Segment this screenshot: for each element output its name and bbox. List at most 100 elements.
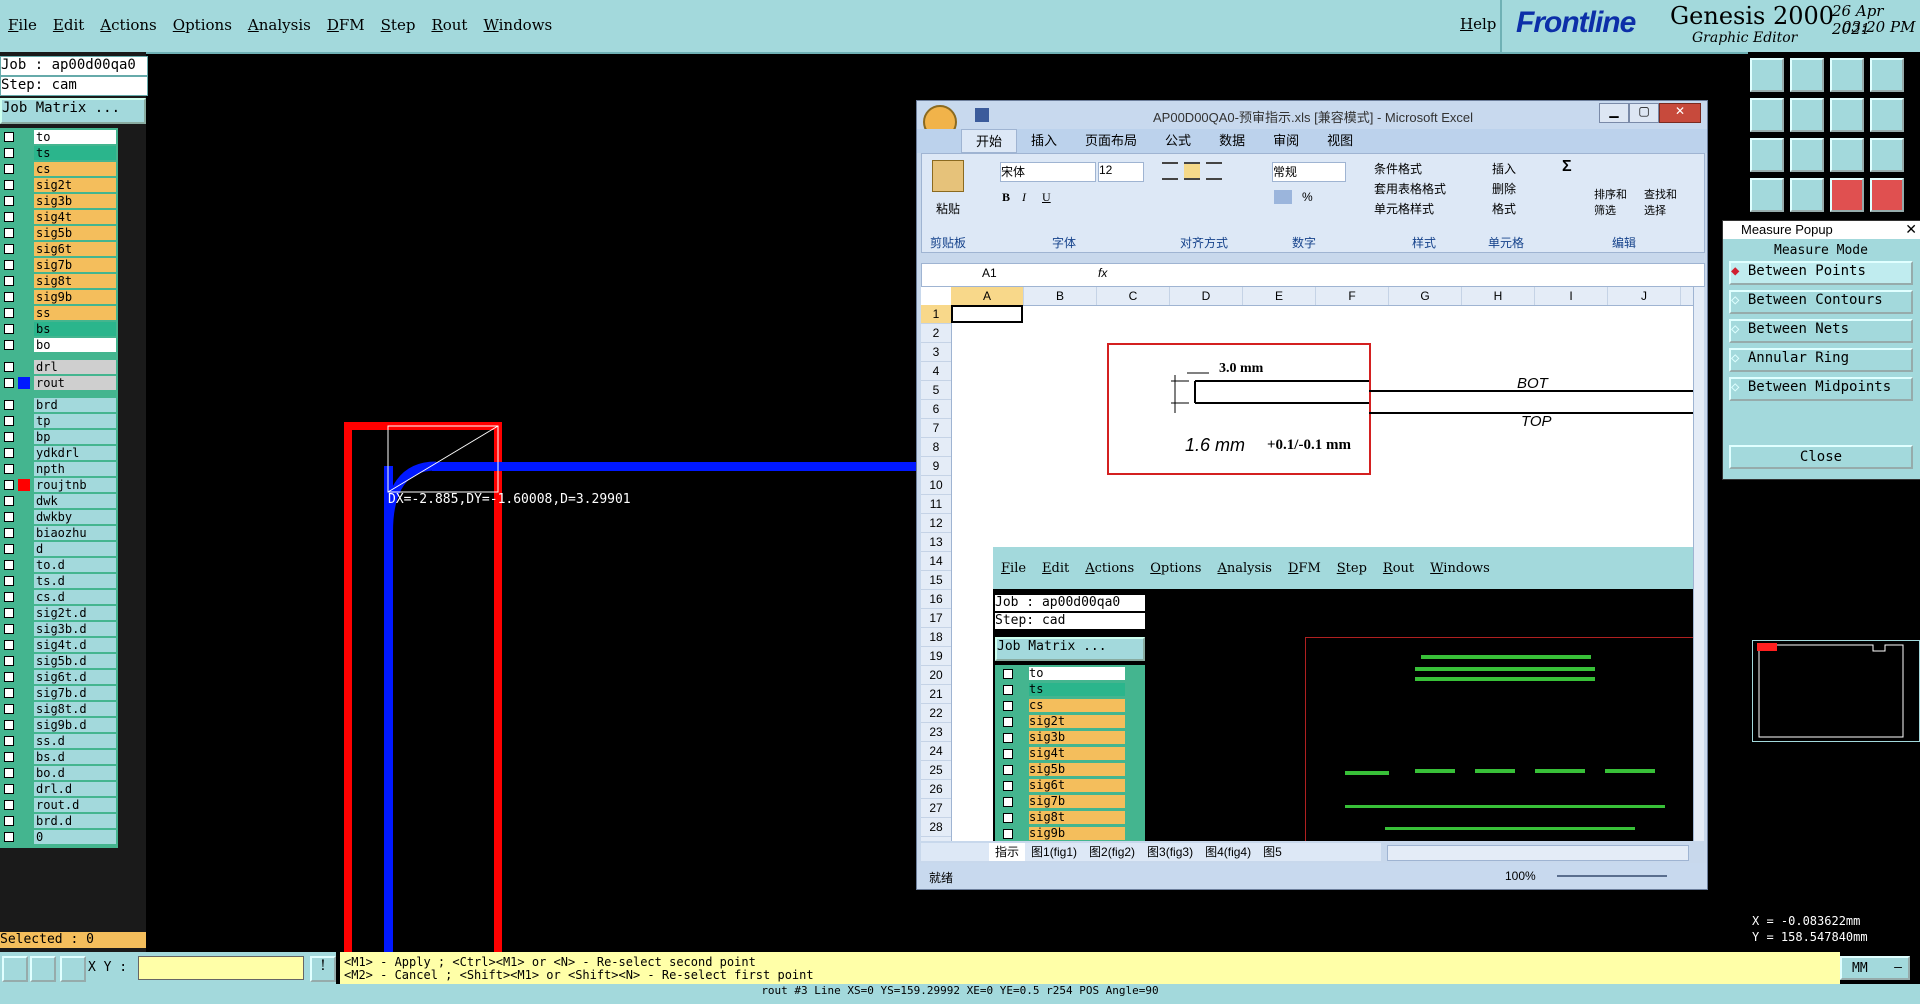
table-format-button[interactable]: 套用表格格式 bbox=[1374, 180, 1446, 197]
tool-icon[interactable] bbox=[1830, 98, 1864, 132]
layer-name[interactable]: sig9b.d bbox=[34, 718, 116, 732]
row-header[interactable]: 16 bbox=[921, 590, 951, 609]
layer-name[interactable]: drl.d bbox=[34, 782, 116, 796]
bold-button[interactable]: B bbox=[1002, 190, 1010, 205]
row-header[interactable]: 28 bbox=[921, 818, 951, 837]
row-header[interactable]: 5 bbox=[921, 381, 951, 400]
cell-style-button[interactable]: 单元格样式 bbox=[1374, 200, 1434, 217]
sheet-tab[interactable]: 图5 bbox=[1257, 843, 1288, 861]
layer-row[interactable]: roujtnb bbox=[2, 478, 116, 492]
layer-name[interactable]: rout bbox=[34, 376, 116, 390]
layer-name[interactable]: cs bbox=[34, 162, 116, 176]
menu-windows[interactable]: Windows bbox=[475, 16, 560, 34]
layer-checkbox[interactable] bbox=[4, 768, 14, 778]
paste-icon[interactable] bbox=[932, 160, 964, 192]
layer-row[interactable]: 0 bbox=[2, 830, 116, 844]
layer-checkbox[interactable] bbox=[4, 228, 14, 238]
layer-name[interactable]: sig3b bbox=[34, 194, 116, 208]
autosum-button[interactable]: Σ bbox=[1562, 158, 1572, 176]
layer-checkbox[interactable] bbox=[4, 448, 14, 458]
layer-checkbox[interactable] bbox=[4, 276, 14, 286]
layer-row[interactable]: ss.d bbox=[2, 734, 116, 748]
column-header[interactable]: J bbox=[1608, 287, 1681, 305]
layer-name[interactable]: sig2t.d bbox=[34, 606, 116, 620]
ribbon-tab[interactable]: 开始 bbox=[961, 129, 1018, 153]
measure-tool-icon[interactable] bbox=[30, 956, 56, 982]
layer-checkbox[interactable] bbox=[4, 688, 14, 698]
zoom-slider[interactable] bbox=[1557, 875, 1667, 877]
minimap[interactable] bbox=[1752, 640, 1920, 742]
layer-checkbox[interactable] bbox=[4, 512, 14, 522]
layer-row[interactable]: sig2t.d bbox=[2, 606, 116, 620]
row-header[interactable]: 1 bbox=[921, 305, 951, 324]
layer-name[interactable]: to.d bbox=[34, 558, 116, 572]
xy-input[interactable] bbox=[138, 956, 304, 980]
close-button[interactable]: Close bbox=[1729, 445, 1913, 469]
layer-name[interactable]: bo.d bbox=[34, 766, 116, 780]
units-selector[interactable]: MM – bbox=[1840, 956, 1910, 980]
layer-name[interactable]: sig6t bbox=[34, 242, 116, 256]
menu-rout[interactable]: Rout bbox=[423, 16, 475, 34]
layer-row[interactable]: ts bbox=[2, 146, 116, 160]
layer-checkbox[interactable] bbox=[4, 640, 14, 650]
annular-ring-option[interactable]: ◇ Annular Ring bbox=[1729, 348, 1913, 372]
layer-checkbox[interactable] bbox=[4, 480, 14, 490]
font-name-select[interactable]: 宋体 bbox=[1000, 162, 1096, 182]
layer-name[interactable]: dwkby bbox=[34, 510, 116, 524]
layer-row[interactable]: sig3b.d bbox=[2, 622, 116, 636]
layer-checkbox[interactable] bbox=[4, 496, 14, 506]
layer-name[interactable]: bs bbox=[34, 322, 116, 336]
horizontal-scrollbar[interactable] bbox=[1387, 845, 1689, 861]
layer-checkbox[interactable] bbox=[4, 656, 14, 666]
layer-checkbox[interactable] bbox=[4, 340, 14, 350]
ribbon-tab[interactable]: 视图 bbox=[1313, 129, 1367, 153]
between-contours-option[interactable]: ◇ Between Contours bbox=[1729, 290, 1913, 314]
layer-row[interactable]: sig7b.d bbox=[2, 686, 116, 700]
font-size-select[interactable]: 12 bbox=[1098, 162, 1144, 182]
close-window-icon[interactable]: ✕ bbox=[1659, 103, 1701, 123]
layer-checkbox[interactable] bbox=[4, 832, 14, 842]
row-header[interactable]: 13 bbox=[921, 533, 951, 552]
layer-row[interactable]: sig4t.d bbox=[2, 638, 116, 652]
layer-checkbox[interactable] bbox=[4, 164, 14, 174]
menu-options[interactable]: Options bbox=[165, 16, 240, 34]
layer-row[interactable]: rout.d bbox=[2, 798, 116, 812]
layer-name[interactable]: sig2t bbox=[34, 178, 116, 192]
currency-icon[interactable] bbox=[1274, 190, 1292, 204]
between-midpoints-option[interactable]: ◇ Between Midpoints bbox=[1729, 377, 1913, 401]
layer-checkbox[interactable] bbox=[4, 704, 14, 714]
percent-icon[interactable]: % bbox=[1302, 190, 1313, 204]
help-menu[interactable]: Help bbox=[1452, 15, 1504, 33]
layer-row[interactable]: sig7b bbox=[2, 258, 116, 272]
layer-checkbox[interactable] bbox=[4, 308, 14, 318]
layer-name[interactable]: sig3b.d bbox=[34, 622, 116, 636]
conditional-format-button[interactable]: 条件格式 bbox=[1374, 160, 1422, 177]
fit-icon[interactable] bbox=[1750, 138, 1784, 172]
layer-checkbox[interactable] bbox=[4, 400, 14, 410]
layer-name[interactable]: npth bbox=[34, 462, 116, 476]
row-header[interactable]: 20 bbox=[921, 666, 951, 685]
layer-name[interactable]: roujtnb bbox=[34, 478, 116, 492]
layer-checkbox[interactable] bbox=[4, 260, 14, 270]
layer-name[interactable]: bo bbox=[34, 338, 116, 352]
row-header[interactable]: 3 bbox=[921, 343, 951, 362]
layer-name[interactable]: sig5b.d bbox=[34, 654, 116, 668]
layer-row[interactable]: ts.d bbox=[2, 574, 116, 588]
layer-checkbox[interactable] bbox=[4, 180, 14, 190]
layer-name[interactable]: brd.d bbox=[34, 814, 116, 828]
layer-checkbox[interactable] bbox=[4, 416, 14, 426]
layer-checkbox[interactable] bbox=[4, 244, 14, 254]
delete-cells-button[interactable]: 删除 bbox=[1492, 180, 1516, 197]
name-box[interactable]: A1 bbox=[924, 266, 1044, 282]
embedded-screenshot[interactable]: File Edit Actions Options Analysis DFM Step Rou… bbox=[993, 547, 1693, 841]
row-header[interactable]: 18 bbox=[921, 628, 951, 647]
row-header[interactable]: 9 bbox=[921, 457, 951, 476]
layer-name[interactable]: sig8t bbox=[34, 274, 116, 288]
layer-name[interactable]: sig4t bbox=[34, 210, 116, 224]
column-header[interactable]: C bbox=[1097, 287, 1170, 305]
layer-name[interactable]: bp bbox=[34, 430, 116, 444]
menu-actions[interactable]: Actions bbox=[92, 16, 164, 34]
layer-name[interactable]: rout.d bbox=[34, 798, 116, 812]
layer-checkbox[interactable] bbox=[4, 800, 14, 810]
align-right-icon[interactable] bbox=[1206, 162, 1222, 180]
